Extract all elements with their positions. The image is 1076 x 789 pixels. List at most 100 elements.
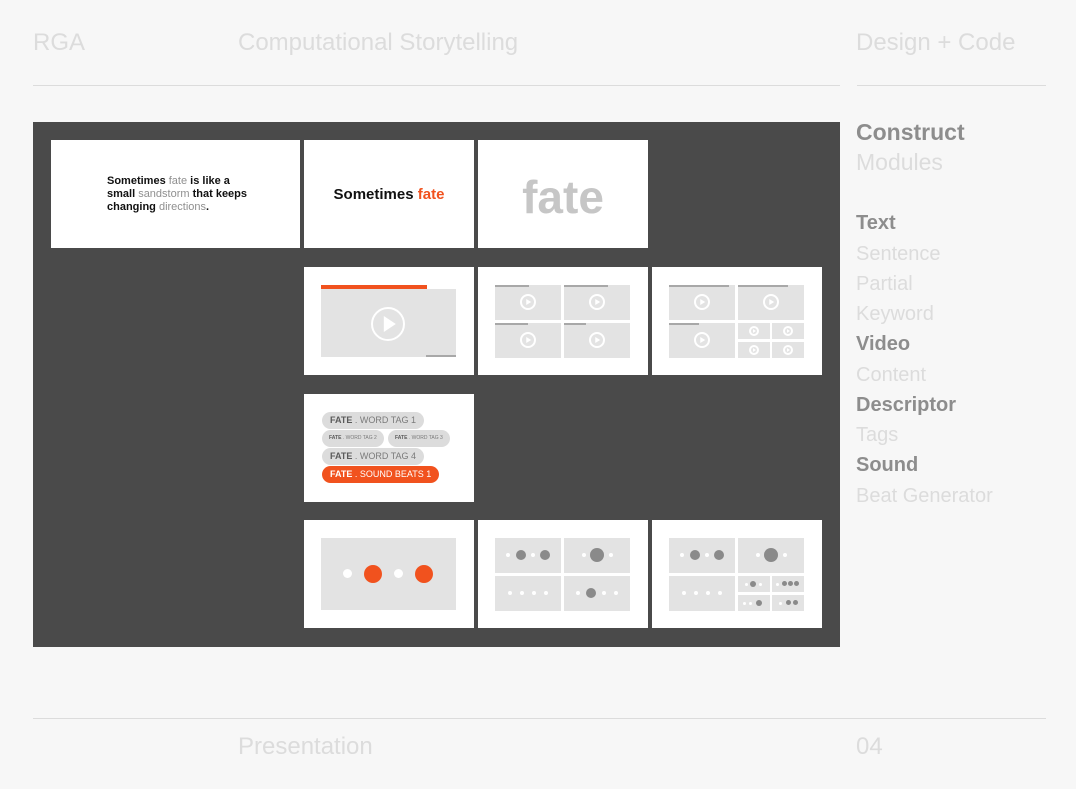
play-icon[interactable] [371,307,405,341]
beat-dot-icon[interactable] [750,581,756,587]
beat-dot-icon[interactable] [793,600,798,605]
beat-panel [738,538,804,573]
beat-dot-icon[interactable] [764,548,778,562]
beat-dot-icon[interactable] [364,565,382,583]
beat-dot-icon[interactable] [532,591,536,595]
play-icon[interactable] [694,294,710,310]
beat-dot-icon[interactable] [690,550,700,560]
play-icon[interactable] [694,332,710,348]
beat-panel [772,576,804,592]
beat-dot-icon[interactable] [776,583,779,586]
word-tag[interactable]: FATE . WORD TAG 4 [322,448,425,465]
sidebar-item-sentence[interactable]: Sentence [856,243,941,266]
beat-dot-icon[interactable] [576,591,580,595]
partial-card[interactable]: Sometimes fate [304,140,474,248]
beat-dot-icon[interactable] [705,553,709,557]
play-icon[interactable] [783,345,793,355]
beat-dot-icon[interactable] [540,550,550,560]
beat-dot-icon[interactable] [609,553,613,557]
beat-dot-icon[interactable] [745,583,748,586]
beat-dot-icon[interactable] [779,602,782,605]
play-icon[interactable] [763,294,779,310]
beat-dot-icon[interactable] [694,591,698,595]
beat-dot-icon[interactable] [682,591,686,595]
beat-dot-icon[interactable] [788,581,793,586]
module-board: Sometimes fate is like a small sandstorm… [33,122,840,647]
sidebar-item-partial[interactable]: Partial [856,273,913,296]
play-icon[interactable] [589,332,605,348]
beat-dot-icon[interactable] [516,550,526,560]
video-frame [738,285,804,320]
sidebar-heading-video[interactable]: Video [856,333,910,356]
beat-dot-icon[interactable] [590,548,604,562]
beat-dot-icon[interactable] [415,565,433,583]
video-frame [495,285,561,320]
video-card-single[interactable] [304,267,474,375]
beat-panel [669,538,735,573]
beat-dot-icon[interactable] [614,591,618,595]
video-frame [738,323,770,339]
play-icon[interactable] [749,345,759,355]
beat-panel [669,576,735,611]
beat-dot-icon[interactable] [718,591,722,595]
video-progress-bar [738,285,788,287]
beat-panel [564,576,630,611]
beat-dot-icon[interactable] [586,588,596,598]
sidebar-heading-text[interactable]: Text [856,212,896,235]
word-tag[interactable]: FATE . WORD TAG 1 [322,412,425,429]
sidebar-item-content[interactable]: Content [856,364,926,387]
beat-dot-icon[interactable] [544,591,548,595]
beat-dot-icon[interactable] [343,569,352,578]
beat-dot-icon[interactable] [759,583,762,586]
beat-dot-icon[interactable] [680,553,684,557]
beat-dot-icon[interactable] [756,553,760,557]
beat-dot-icon[interactable] [582,553,586,557]
beat-dot-icon[interactable] [794,581,799,586]
beat-card-grid[interactable] [478,520,648,628]
beat-dot-icon[interactable] [602,591,606,595]
video-frame [564,323,630,358]
beat-dot-icon[interactable] [508,591,512,595]
beat-dot-icon[interactable] [782,581,787,586]
sidebar-heading-sound[interactable]: Sound [856,454,918,477]
beat-dot-icon[interactable] [706,591,710,595]
beat-dot-icon[interactable] [714,550,724,560]
beat-dot-icon[interactable] [520,591,524,595]
header-section: Design + Code [856,29,1016,56]
header-rule [33,85,840,86]
video-card-grid[interactable] [478,267,648,375]
beat-panel [564,538,630,573]
sound-tag[interactable]: FATE . SOUND BEATS 1 [322,466,440,483]
beat-card-mixed[interactable] [652,520,822,628]
tags-card[interactable]: FATE . WORD TAG 1 FATE . WORD TAG 2 FATE… [304,394,474,502]
play-icon[interactable] [749,326,759,336]
video-frame [669,285,735,320]
beat-dot-icon[interactable] [786,600,791,605]
play-icon[interactable] [520,294,536,310]
video-card-mixed[interactable] [652,267,822,375]
word-tag[interactable]: FATE . WORD TAG 3 [388,430,450,447]
video-progress-bar [495,285,529,287]
sidebar-item-tags[interactable]: Tags [856,424,898,447]
play-icon[interactable] [589,294,605,310]
play-icon[interactable] [520,332,536,348]
beat-dot-icon[interactable] [783,553,787,557]
sidebar-item-beat-generator[interactable]: Beat Generator [856,485,993,508]
beat-dot-icon[interactable] [743,602,746,605]
beat-dot-icon[interactable] [394,569,403,578]
header-brand: RGA [33,29,86,56]
word-tag[interactable]: FATE . WORD TAG 2 [322,430,384,447]
beat-dot-icon[interactable] [506,553,510,557]
sidebar-item-keyword[interactable]: Keyword [856,303,934,326]
beat-dot-icon[interactable] [531,553,535,557]
sentence-card[interactable]: Sometimes fate is like a small sandstorm… [51,140,300,248]
video-scrub-bar [426,355,456,357]
play-icon[interactable] [783,326,793,336]
sidebar-heading-descriptor[interactable]: Descriptor [856,394,956,417]
beat-card-single[interactable] [304,520,474,628]
keyword-card[interactable]: fate [478,140,648,248]
video-progress-bar [564,323,586,325]
beat-dot-icon[interactable] [749,602,752,605]
beat-dot-icon[interactable] [756,600,762,606]
beat-panel [772,595,804,611]
